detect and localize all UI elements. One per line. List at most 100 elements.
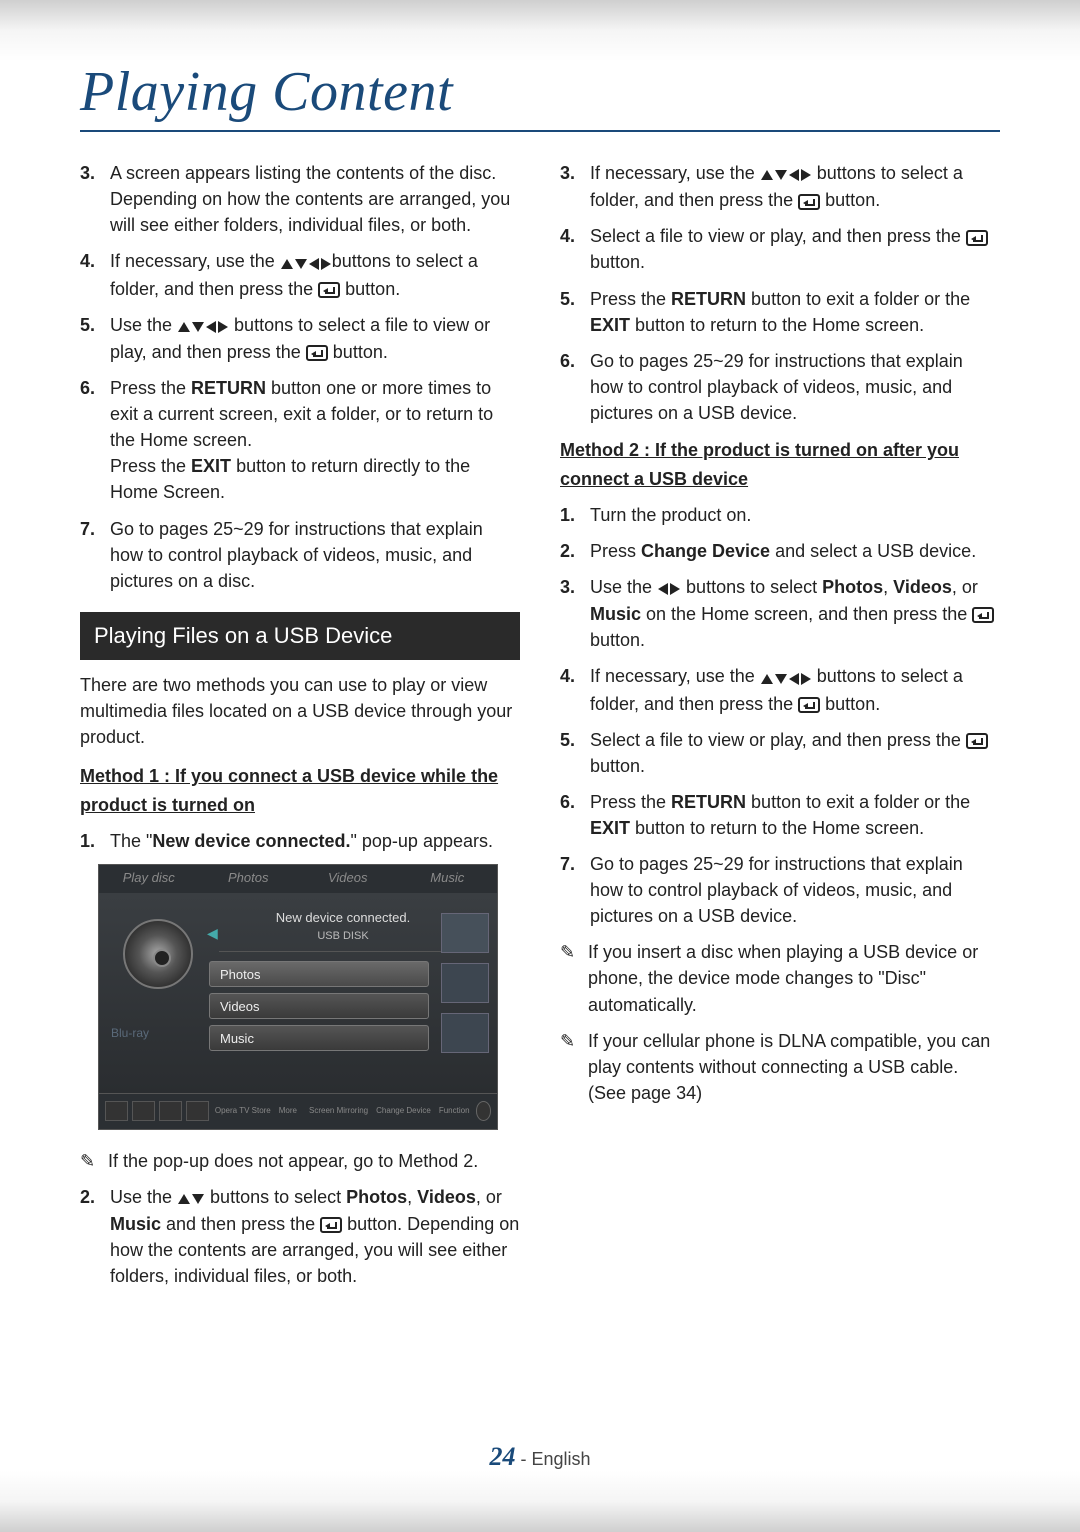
music-label: Music bbox=[110, 1214, 161, 1234]
intro-text: There are two methods you can use to pla… bbox=[80, 672, 520, 750]
note-text: If the pop-up does not appear, go to Met… bbox=[108, 1148, 520, 1174]
enter-icon bbox=[972, 607, 994, 623]
text: Press the bbox=[110, 378, 191, 398]
section-heading-usb: Playing Files on a USB Device bbox=[80, 612, 520, 660]
text: , or bbox=[952, 577, 978, 597]
list-item: 4. Select a file to view or play, and th… bbox=[560, 223, 1000, 275]
footer-label: Opera TV Store bbox=[213, 1105, 273, 1117]
text: If necessary, use the bbox=[590, 163, 760, 183]
step-number: 5. bbox=[80, 312, 110, 365]
page-footer: 24 - English bbox=[0, 1442, 1080, 1472]
step-text: The "New device connected." pop-up appea… bbox=[110, 828, 520, 854]
footer-label: Function bbox=[437, 1105, 472, 1117]
right-column: 3. If necessary, use the buttons to sele… bbox=[560, 160, 1000, 1299]
direction-icons bbox=[280, 249, 332, 275]
text: Use the bbox=[590, 577, 657, 597]
text: buttons to select bbox=[681, 577, 822, 597]
enter-icon bbox=[318, 282, 340, 298]
text: " pop-up appears. bbox=[351, 831, 494, 851]
step-text: Press the RETURN button to exit a folder… bbox=[590, 286, 1000, 338]
shot-option: Videos bbox=[209, 993, 429, 1019]
shot-thumb bbox=[441, 913, 489, 953]
list-item: 3. A screen appears listing the contents… bbox=[80, 160, 520, 238]
note-icon: ✎ bbox=[560, 1028, 588, 1106]
footer-lang: - English bbox=[515, 1449, 590, 1469]
step-number: 6. bbox=[80, 375, 110, 505]
text: , bbox=[883, 577, 893, 597]
text: If necessary, use the bbox=[110, 251, 280, 271]
videos-label: Videos bbox=[893, 577, 952, 597]
step-number: 2. bbox=[560, 538, 590, 564]
step-text: If necessary, use the buttons to select … bbox=[110, 248, 520, 301]
videos-label: Videos bbox=[417, 1187, 476, 1207]
shot-option: Music bbox=[209, 1025, 429, 1051]
text: , bbox=[407, 1187, 417, 1207]
shot-tabs: Play disc Photos Videos Music bbox=[99, 865, 497, 893]
text: on the Home screen, and then press the bbox=[641, 604, 972, 624]
footer-app-icon bbox=[132, 1101, 155, 1121]
disc-label: Blu-ray bbox=[111, 1025, 149, 1042]
footer-app-icon bbox=[186, 1101, 209, 1121]
text: button to return to the Home screen. bbox=[630, 315, 924, 335]
return-label: RETURN bbox=[191, 378, 266, 398]
step-number: 4. bbox=[560, 223, 590, 275]
text: buttons to select bbox=[205, 1187, 346, 1207]
enter-icon bbox=[798, 697, 820, 713]
up-down-icons bbox=[177, 1185, 205, 1211]
list-item: 2. Use the buttons to select Photos, Vid… bbox=[80, 1184, 520, 1290]
list-item: 5. Select a file to view or play, and th… bbox=[560, 727, 1000, 779]
list-item: 5. Use the buttons to select a file to v… bbox=[80, 312, 520, 365]
footer-app-icon bbox=[105, 1101, 128, 1121]
text: button. bbox=[820, 190, 880, 210]
list-item: 1. The "New device connected." pop-up ap… bbox=[80, 828, 520, 854]
enter-icon bbox=[320, 1217, 342, 1233]
list-item: 6. Press the RETURN button one or more t… bbox=[80, 375, 520, 505]
text: The " bbox=[110, 831, 152, 851]
text: Press the bbox=[110, 456, 191, 476]
method2-heading: Method 2 : If the product is turned on a… bbox=[560, 436, 1000, 494]
page-title: Playing Content bbox=[80, 60, 1000, 132]
footer-app-icon bbox=[159, 1101, 182, 1121]
music-label: Music bbox=[590, 604, 641, 624]
photos-label: Photos bbox=[822, 577, 883, 597]
step-number: 1. bbox=[560, 502, 590, 528]
text: Use the bbox=[110, 1187, 177, 1207]
return-label: RETURN bbox=[671, 289, 746, 309]
left-arrow-icon: ◀ bbox=[207, 923, 218, 943]
step-number: 5. bbox=[560, 286, 590, 338]
step-number: 7. bbox=[80, 516, 110, 594]
text: , or bbox=[476, 1187, 502, 1207]
note-icon: ✎ bbox=[560, 939, 588, 1017]
step-number: 3. bbox=[560, 574, 590, 653]
list-item: 6. Go to pages 25~29 for instructions th… bbox=[560, 348, 1000, 426]
popup-name: New device connected. bbox=[152, 831, 350, 851]
return-label: RETURN bbox=[671, 792, 746, 812]
text: and then press the bbox=[161, 1214, 320, 1234]
text: and select a USB device. bbox=[770, 541, 976, 561]
list-item: 5. Press the RETURN button to exit a fol… bbox=[560, 286, 1000, 338]
step-number: 1. bbox=[80, 828, 110, 854]
step-text: Press the RETURN button one or more time… bbox=[110, 375, 520, 505]
list-item: 3. Use the buttons to select Photos, Vid… bbox=[560, 574, 1000, 653]
text: Use the bbox=[110, 315, 177, 335]
step-text: Go to pages 25~29 for instructions that … bbox=[110, 516, 520, 594]
text: button. bbox=[340, 279, 400, 299]
list-item: 2. Press Change Device and select a USB … bbox=[560, 538, 1000, 564]
left-column: 3. A screen appears listing the contents… bbox=[80, 160, 520, 1299]
text: Select a file to view or play, and then … bbox=[590, 730, 966, 750]
direction-icons bbox=[177, 313, 229, 339]
disc-icon bbox=[123, 919, 193, 989]
shot-popup-title: New device connected. bbox=[219, 909, 467, 928]
exit-label: EXIT bbox=[191, 456, 231, 476]
list-item: 7. Go to pages 25~29 for instructions th… bbox=[560, 851, 1000, 929]
text: Press bbox=[590, 541, 641, 561]
text: button. bbox=[820, 694, 880, 714]
shot-footer: Opera TV Store More Screen Mirroring Cha… bbox=[99, 1093, 497, 1129]
page-number: 24 bbox=[489, 1442, 515, 1471]
shot-thumb bbox=[441, 1013, 489, 1053]
step-number: 4. bbox=[80, 248, 110, 301]
list-item: 1. Turn the product on. bbox=[560, 502, 1000, 528]
enter-icon bbox=[966, 733, 988, 749]
step-text: Select a file to view or play, and then … bbox=[590, 223, 1000, 275]
step-text: If necessary, use the buttons to select … bbox=[590, 160, 1000, 213]
